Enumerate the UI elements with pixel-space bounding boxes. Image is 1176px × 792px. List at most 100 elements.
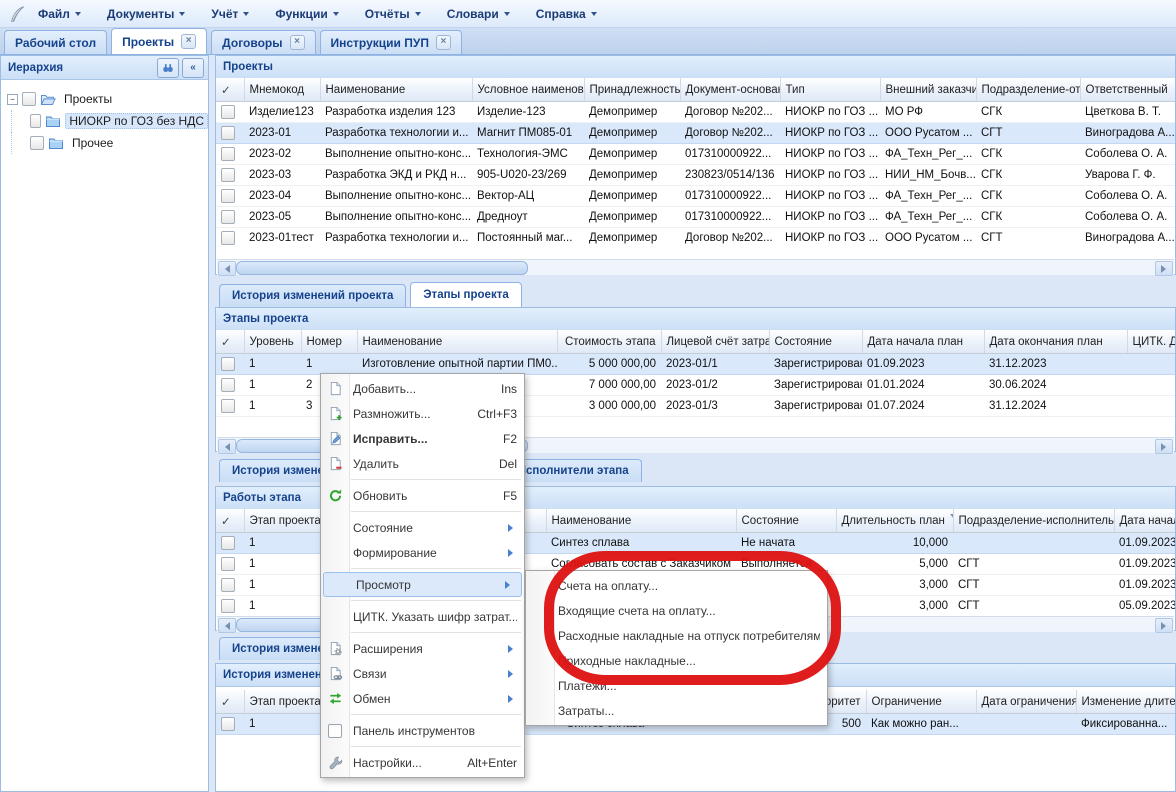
tab-project-change-history[interactable]: История изменений проекта	[219, 284, 406, 307]
tab-desktop[interactable]: Рабочий стол	[4, 30, 107, 54]
column-header[interactable]: Ответственный	[1080, 78, 1175, 102]
column-header[interactable]: ЦИТК. Д	[1127, 330, 1175, 354]
menu-item[interactable]: Приходные накладные...	[526, 648, 827, 673]
scrollbar-thumb[interactable]	[236, 261, 528, 275]
column-header[interactable]: ✓	[216, 330, 244, 354]
row-checkbox[interactable]	[221, 231, 235, 245]
menu-reports[interactable]: Отчёты	[365, 7, 421, 21]
tree-checkbox[interactable]	[22, 92, 36, 106]
find-button[interactable]	[157, 58, 179, 78]
horizontal-scrollbar[interactable]	[217, 259, 1174, 275]
collapse-panel-button[interactable]: «	[182, 58, 204, 78]
row-checkbox[interactable]	[221, 105, 235, 119]
menu-accounting[interactable]: Учёт	[211, 7, 249, 21]
column-header[interactable]: Дата начала план	[862, 330, 984, 354]
column-header[interactable]: ✓	[216, 78, 244, 102]
row-checkbox[interactable]	[221, 189, 235, 203]
scroll-right-icon[interactable]	[1155, 439, 1173, 454]
column-header[interactable]: Номер	[301, 330, 357, 354]
row-checkbox[interactable]	[221, 378, 235, 392]
scroll-right-icon[interactable]	[1155, 618, 1173, 633]
column-header[interactable]: Ограничение	[866, 690, 976, 714]
column-header[interactable]: Дата окончания план	[984, 330, 1127, 354]
column-header[interactable]: Дата начал	[1114, 509, 1175, 533]
tab-projects[interactable]: Проекты×	[111, 28, 207, 54]
table-row[interactable]: 11Изготовление опытной партии ПМ0...5 00…	[216, 354, 1175, 375]
row-checkbox[interactable]	[221, 168, 235, 182]
tab-project-stages[interactable]: Этапы проекта	[410, 282, 521, 307]
row-checkbox[interactable]	[221, 717, 235, 731]
menu-item[interactable]: Обмен	[321, 686, 524, 711]
table-row[interactable]: 2023-05Выполнение опытно-конс...Дредноут…	[216, 207, 1175, 228]
column-header[interactable]: Состояние	[736, 509, 836, 533]
tab-contracts[interactable]: Договоры×	[211, 30, 315, 54]
column-header[interactable]: Принадлежность	[584, 78, 680, 102]
column-header[interactable]: Документ-основан	[680, 78, 780, 102]
column-header[interactable]: Тип	[780, 78, 880, 102]
column-header[interactable]: Наименование	[320, 78, 472, 102]
menu-item[interactable]: Формирование	[321, 540, 524, 565]
menu-item[interactable]: Настройки...Alt+Enter	[321, 750, 524, 775]
column-header[interactable]: ✓	[216, 509, 244, 533]
menu-item[interactable]: УдалитьDel	[321, 451, 524, 476]
menu-item[interactable]: Панель инструментов	[321, 718, 524, 743]
column-header[interactable]: Состояние	[769, 330, 862, 354]
column-header[interactable]: Подразделение-исполнитель..	[953, 509, 1114, 533]
close-icon[interactable]: ×	[181, 34, 196, 49]
close-icon[interactable]: ×	[436, 35, 451, 50]
table-row[interactable]: 2023-01Разработка технологии и...Магнит …	[216, 123, 1175, 144]
row-checkbox[interactable]	[221, 126, 235, 140]
menu-help[interactable]: Справка	[536, 7, 597, 21]
menu-item[interactable]: Исправить...F2	[321, 426, 524, 451]
tree-node-niokr[interactable]: НИОКР по ГОЗ без НДС	[7, 110, 208, 132]
column-header[interactable]: Длительность план	[836, 509, 953, 533]
menu-item[interactable]: ЦИТК. Указать шифр затрат...	[321, 604, 524, 629]
tree-node-other[interactable]: Прочее	[7, 132, 208, 154]
menu-documents[interactable]: Документы	[107, 7, 185, 21]
close-icon[interactable]: ×	[290, 35, 305, 50]
menu-item[interactable]: Размножить...Ctrl+F3	[321, 401, 524, 426]
menu-dictionaries[interactable]: Словари	[447, 7, 510, 21]
column-header[interactable]: Уровень	[244, 330, 301, 354]
row-checkbox[interactable]	[221, 357, 235, 371]
column-header[interactable]: Наименование	[357, 330, 557, 354]
tree-checkbox[interactable]	[30, 114, 41, 128]
menu-item[interactable]: ОбновитьF5	[321, 483, 524, 508]
scroll-right-icon[interactable]	[1155, 261, 1173, 276]
menu-item[interactable]: Платежи...	[526, 673, 827, 698]
table-row[interactable]: 2023-03Разработка ЭКД и РКД н...905-U020…	[216, 165, 1175, 186]
menu-item[interactable]: Добавить...Ins	[321, 376, 524, 401]
column-header[interactable]: Дата ограничения	[976, 690, 1076, 714]
tree-node-projects[interactable]: − Проекты	[7, 88, 208, 110]
row-checkbox[interactable]	[221, 536, 235, 550]
row-checkbox[interactable]	[221, 147, 235, 161]
row-checkbox[interactable]	[221, 399, 235, 413]
table-row[interactable]: 2023-01тестРазработка технологии и...Пос…	[216, 228, 1175, 249]
column-header[interactable]: Внешний заказчик	[880, 78, 976, 102]
column-header[interactable]: Лицевой счёт затрат.	[661, 330, 769, 354]
row-checkbox[interactable]	[221, 578, 235, 592]
table-row[interactable]: Изделие123Разработка изделия 123Изделие-…	[216, 102, 1175, 123]
row-checkbox[interactable]	[221, 557, 235, 571]
menu-item[interactable]: Расходные накладные на отпуск потребител…	[526, 623, 827, 648]
menu-item[interactable]: Расширения	[321, 636, 524, 661]
menu-item[interactable]: Затраты...	[526, 698, 827, 723]
row-checkbox[interactable]	[221, 210, 235, 224]
menu-functions[interactable]: Функции	[275, 7, 338, 21]
menu-item[interactable]: Просмотр	[323, 572, 522, 597]
column-header[interactable]: Условное наименова	[472, 78, 584, 102]
column-header[interactable]: Подразделение-от	[976, 78, 1080, 102]
column-header[interactable]: Изменение длител	[1076, 690, 1175, 714]
scroll-left-icon[interactable]	[218, 439, 236, 454]
scroll-left-icon[interactable]	[218, 261, 236, 276]
tab-stage-executors[interactable]: Исполнители этапа	[505, 459, 642, 482]
menu-item[interactable]: Связи	[321, 661, 524, 686]
column-header[interactable]: Стоимость этапа	[557, 330, 661, 354]
tree-checkbox[interactable]	[30, 136, 44, 150]
table-row[interactable]: 2023-04Выполнение опытно-конс...Вектор-А…	[216, 186, 1175, 207]
column-header[interactable]: Наименование	[546, 509, 736, 533]
menu-item[interactable]: Входящие счета на оплату...	[526, 598, 827, 623]
column-header[interactable]: Мнемокод	[244, 78, 320, 102]
column-header[interactable]: ✓	[216, 690, 244, 714]
collapse-node-icon[interactable]: −	[7, 94, 18, 105]
